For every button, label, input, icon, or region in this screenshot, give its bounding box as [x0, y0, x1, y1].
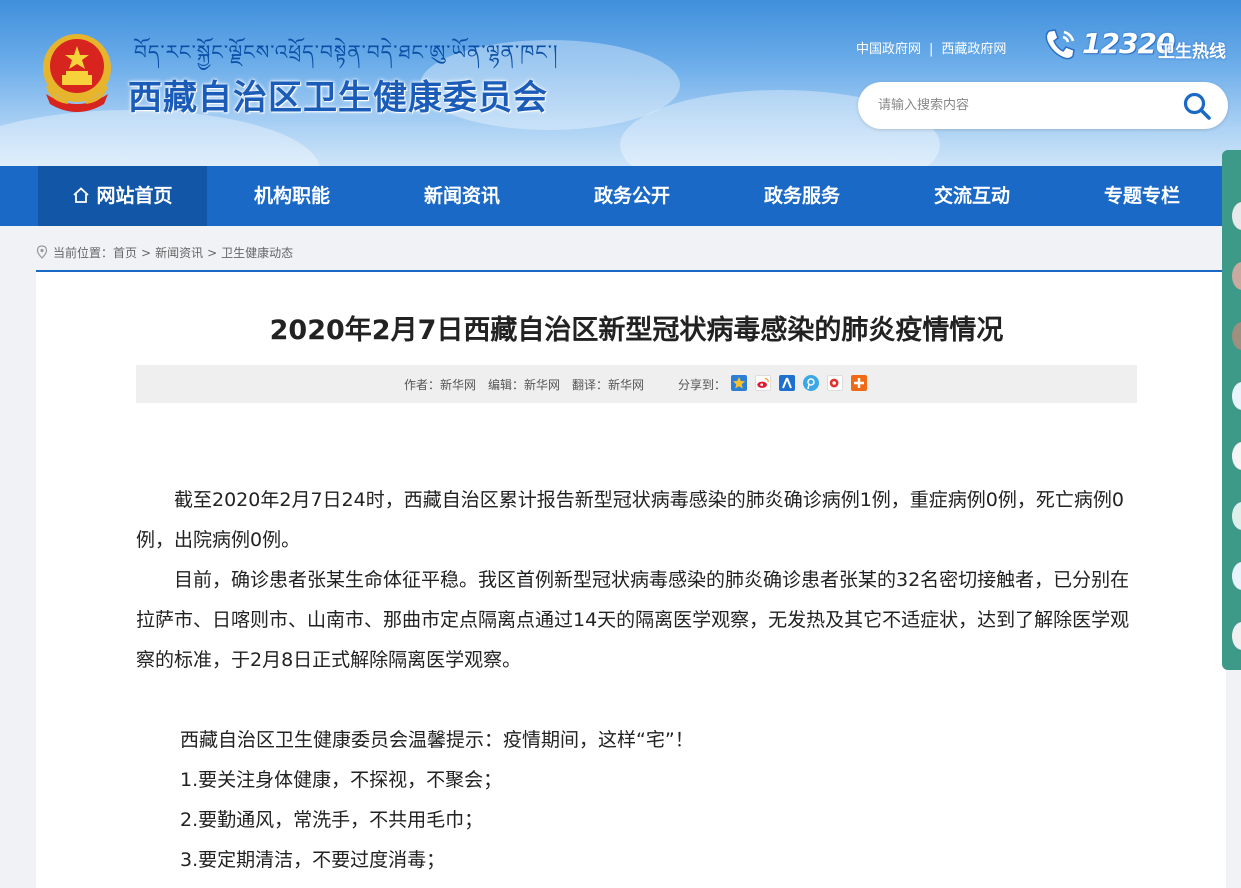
share-label: 分享到： — [678, 378, 727, 392]
site-header: བོད་རང་སྐྱོང་ལྗོངས་འཕྲོད་བསྟེན་བདེ་ཐང་ཨུ… — [0, 0, 1241, 166]
article-paragraph: 截至2020年2月7日24时，西藏自治区累计报告新型冠状病毒感染的肺炎确诊病例1… — [136, 489, 1124, 551]
nav-item-gov-affairs[interactable]: 政务公开 — [547, 166, 717, 226]
weibo-icon[interactable] — [755, 375, 771, 391]
side-toolbar-button[interactable] — [1232, 322, 1241, 350]
nav-item-topics[interactable]: 专题专栏 — [1057, 166, 1227, 226]
more-share-icon[interactable] — [851, 375, 867, 391]
link-tibet-gov[interactable]: 西藏政府网 — [941, 42, 1006, 57]
search-icon[interactable] — [1182, 91, 1212, 121]
article-paragraph: 目前，确诊患者张某生命体征平稳。我区首例新型冠状病毒感染的肺炎确诊患者张某的32… — [136, 569, 1130, 671]
article-translator: 翻译：新华网 — [572, 378, 645, 392]
health-tip-item: 2.要勤通风，常洗手，不共用毛巾； — [180, 809, 484, 831]
side-toolbar — [1222, 150, 1241, 670]
breadcrumb-home[interactable]: 首页 — [113, 246, 137, 260]
national-emblem-icon — [43, 34, 111, 112]
side-toolbar-button[interactable] — [1232, 382, 1241, 410]
nav-item-services[interactable]: 政务服务 — [717, 166, 887, 226]
article-author: 作者：新华网 — [404, 378, 477, 392]
side-toolbar-button[interactable] — [1232, 262, 1241, 290]
side-toolbar-button[interactable] — [1232, 562, 1241, 590]
search-box — [858, 82, 1228, 129]
side-toolbar-button[interactable] — [1232, 622, 1241, 650]
renren-icon[interactable] — [779, 375, 795, 391]
breadcrumb-separator: > — [207, 246, 218, 260]
home-icon — [73, 187, 90, 203]
breadcrumb-news[interactable]: 新闻资讯 — [155, 246, 203, 260]
location-pin-icon — [36, 245, 48, 259]
article-meta: 作者：新华网 编辑：新华网 翻译：新华网 分享到： — [136, 365, 1137, 403]
health-tip-item: 3.要定期清洁，不要过度消毒； — [180, 849, 446, 871]
breadcrumb-prefix: 当前位置： — [53, 246, 114, 260]
site-title[interactable]: 西藏自治区卫生健康委员会 — [128, 70, 548, 119]
article-card: 2020年2月7日西藏自治区新型冠状病毒感染的肺炎疫情情况 作者：新华网 编辑：… — [36, 270, 1226, 888]
tencent-weibo-icon[interactable] — [803, 375, 819, 391]
search-input[interactable] — [878, 94, 1168, 116]
health-tip-heading: 西藏自治区卫生健康委员会温馨提示：疫情期间，这样“宅”！ — [180, 729, 694, 751]
link-separator: | — [929, 42, 934, 57]
nav-item-organization[interactable]: 机构职能 — [207, 166, 377, 226]
breadcrumb-separator: > — [141, 246, 152, 260]
article-editor: 编辑：新华网 — [488, 378, 561, 392]
breadcrumb-health-news[interactable]: 卫生健康动态 — [221, 246, 293, 260]
qzone-icon[interactable] — [731, 375, 747, 391]
nav-item-label: 网站首页 — [96, 185, 173, 207]
top-links: 中国政府网 | 西藏政府网 — [856, 38, 1006, 57]
phone-icon — [1045, 29, 1075, 60]
hotline-badge[interactable]: 12320 卫生热线 — [1040, 24, 1240, 64]
hotline-label: 卫生热线 — [1158, 42, 1226, 62]
side-toolbar-button[interactable] — [1232, 502, 1241, 530]
link-china-gov[interactable]: 中国政府网 — [856, 42, 921, 57]
nav-item-interaction[interactable]: 交流互动 — [887, 166, 1057, 226]
main-nav: 网站首页 机构职能 新闻资讯 政务公开 政务服务 交流互动 专题专栏 — [0, 166, 1241, 226]
breadcrumb: 当前位置：首页 > 新闻资讯 > 卫生健康动态 — [36, 244, 293, 261]
nav-item-news[interactable]: 新闻资讯 — [377, 166, 547, 226]
health-tip-item: 1.要关注身体健康，不探视，不聚会； — [180, 769, 503, 791]
side-toolbar-button[interactable] — [1232, 202, 1241, 230]
side-toolbar-button[interactable] — [1232, 442, 1241, 470]
nav-item-home[interactable]: 网站首页 — [38, 166, 207, 226]
article-title: 2020年2月7日西藏自治区新型冠状病毒感染的肺炎疫情情况 — [269, 315, 1004, 346]
baidu-icon[interactable] — [827, 375, 843, 391]
article-body: 截至2020年2月7日24时，西藏自治区累计报告新型冠状病毒感染的肺炎确诊病例1… — [136, 480, 1138, 880]
